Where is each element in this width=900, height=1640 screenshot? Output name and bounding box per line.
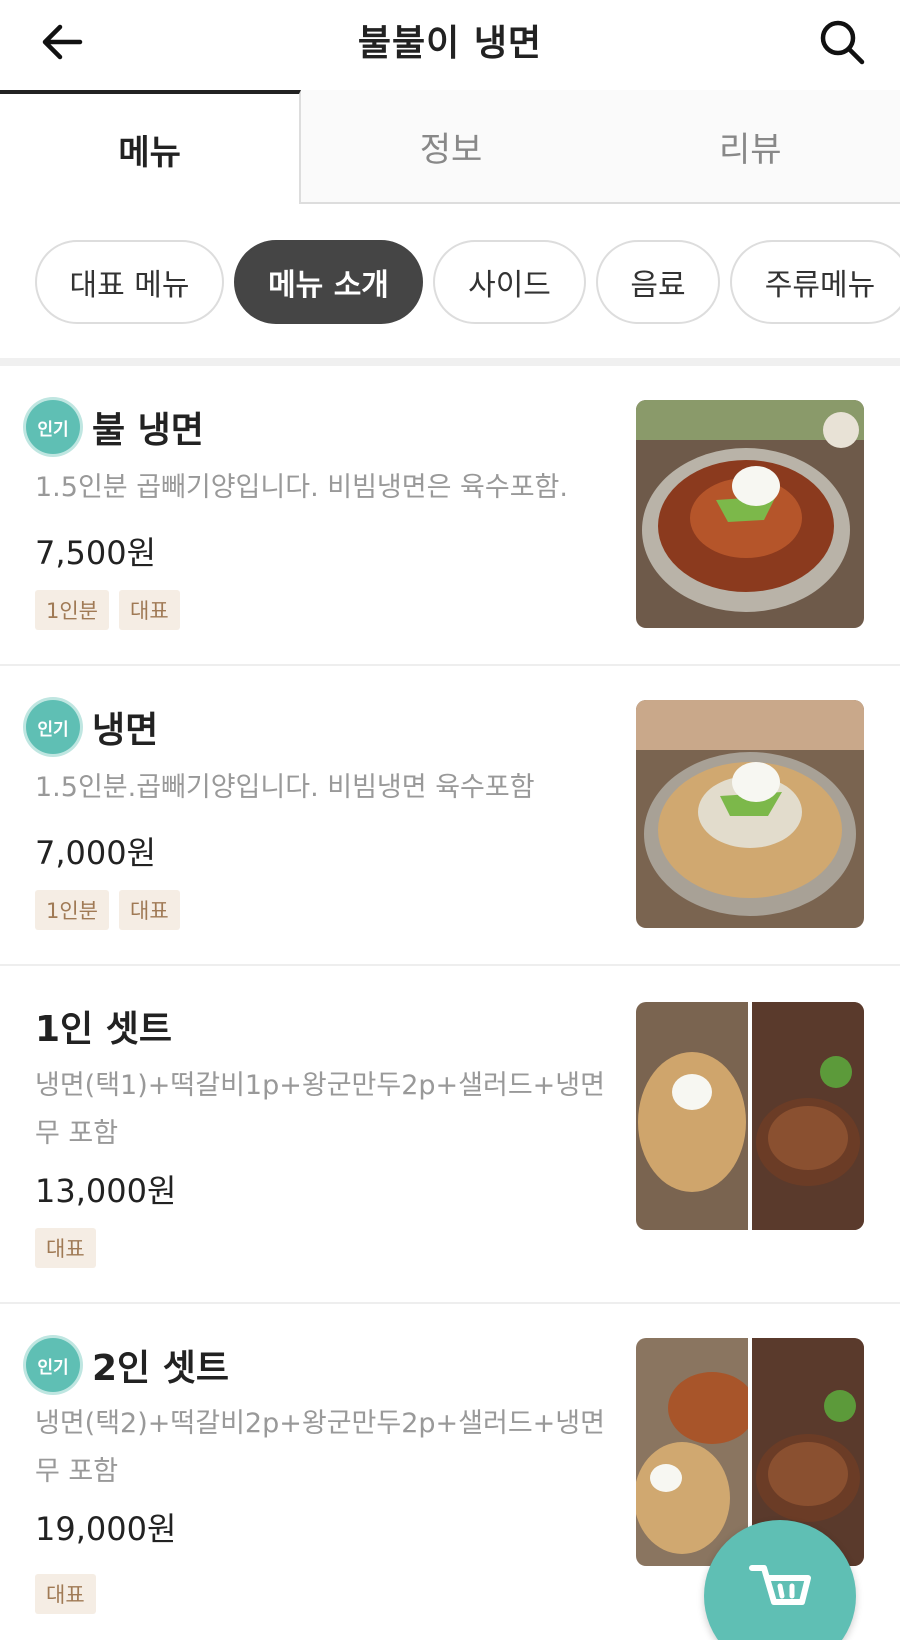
menu-item-name-row: 인기 냉면 <box>26 700 158 754</box>
popular-badge: 인기 <box>26 700 80 754</box>
menu-item-tags: 대표 <box>35 1228 96 1268</box>
menu-item-description: 냉면(택2)+떡갈비2p+왕군만두2p+샐러드+냉면무 포함 <box>35 1408 605 1487</box>
search-button[interactable] <box>812 12 872 72</box>
menu-item[interactable]: 인기 불 냉면 1.5인분 곱빼기양입니다. 비빔냉면은 육수포함. 7,500… <box>0 366 900 666</box>
chip-side[interactable]: 사이드 <box>433 240 586 324</box>
menu-item-tags: 대표 <box>35 1574 96 1614</box>
tag-single-serving: 1인분 <box>35 890 110 930</box>
chip-drinks[interactable]: 음료 <box>596 240 720 324</box>
tag-signature: 대표 <box>119 890 180 930</box>
menu-item-name-row: 인기 불 냉면 <box>26 400 204 454</box>
menu-item-photo <box>636 700 864 928</box>
chip-signature-menu[interactable]: 대표 메뉴 <box>35 240 224 324</box>
cart-icon <box>749 1565 811 1605</box>
menu-item-name-row: 1인 셋트 <box>35 1000 172 1052</box>
menu-item-tags: 1인분 대표 <box>35 590 180 630</box>
menu-item-tags: 1인분 대표 <box>35 890 180 930</box>
tag-signature: 대표 <box>35 1228 96 1268</box>
category-chip-bar: 대표 메뉴 메뉴 소개 사이드 음료 주류메뉴 <box>0 204 900 360</box>
section-divider <box>0 358 900 366</box>
menu-item-description: 1.5인분.곱빼기양입니다. 비빔냉면 육수포함 <box>35 772 535 803</box>
tag-single-serving: 1인분 <box>35 590 110 630</box>
menu-item-name: 2인 셋트 <box>92 1348 229 1389</box>
popular-badge: 인기 <box>26 1338 80 1392</box>
popular-badge: 인기 <box>26 400 80 454</box>
menu-item-price: 7,000원 <box>35 834 157 872</box>
menu-item-price: 13,000원 <box>35 1172 177 1210</box>
menu-item-photo <box>636 1002 864 1230</box>
app-header: 불불이 냉면 <box>0 0 900 90</box>
menu-item-photo <box>636 400 864 628</box>
chip-menu-intro[interactable]: 메뉴 소개 <box>234 240 423 324</box>
menu-item-name: 불 냉면 <box>92 410 204 451</box>
chip-alcohol-menu[interactable]: 주류메뉴 <box>730 240 900 324</box>
menu-item-description: 냉면(택1)+떡갈비1p+왕군만두2p+샐러드+냉면무 포함 <box>35 1070 605 1149</box>
tab-info[interactable]: 정보 <box>301 90 601 204</box>
tag-signature: 대표 <box>119 590 180 630</box>
menu-item[interactable]: 인기 냉면 1.5인분.곱빼기양입니다. 비빔냉면 육수포함 7,000원 1인… <box>0 666 900 966</box>
tag-signature: 대표 <box>35 1574 96 1614</box>
menu-item-name-row: 인기 2인 셋트 <box>26 1338 229 1392</box>
tab-menu[interactable]: 메뉴 <box>0 90 302 204</box>
tab-bar: 메뉴 정보 리뷰 <box>0 90 900 204</box>
menu-item-price: 19,000원 <box>35 1510 177 1548</box>
search-icon <box>820 20 865 65</box>
menu-item-name: 냉면 <box>92 710 159 751</box>
menu-item-name: 1인 셋트 <box>35 1009 172 1050</box>
menu-item-price: 7,500원 <box>35 534 157 572</box>
menu-item[interactable]: 1인 셋트 냉면(택1)+떡갈비1p+왕군만두2p+샐러드+냉면무 포함 13,… <box>0 966 900 1304</box>
tab-review[interactable]: 리뷰 <box>600 90 900 204</box>
page-title: 불불이 냉면 <box>357 23 543 64</box>
menu-item-description: 1.5인분 곱빼기양입니다. 비빔냉면은 육수포함. <box>35 472 568 503</box>
